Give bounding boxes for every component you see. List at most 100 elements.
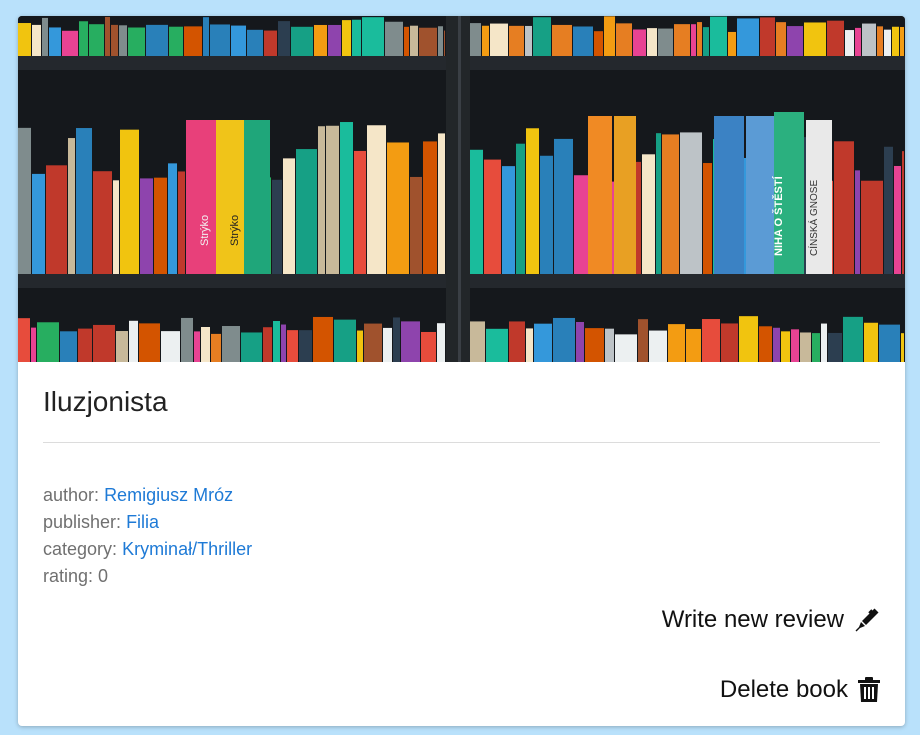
book-spine	[616, 23, 632, 56]
delete-book-button[interactable]: Delete book	[720, 676, 880, 704]
book-spine	[827, 20, 844, 56]
book-spine	[760, 17, 775, 56]
book-spine	[364, 323, 382, 362]
trash-icon	[858, 677, 880, 703]
book-spine	[470, 23, 481, 56]
book-spine	[340, 122, 353, 274]
divider	[43, 442, 880, 443]
book-spine	[93, 171, 112, 274]
book-spine	[502, 166, 515, 274]
author-link[interactable]: Remigiusz Mróz	[104, 485, 233, 505]
book-spine	[46, 165, 67, 274]
book-spine	[154, 177, 167, 274]
book-spine	[710, 16, 727, 57]
book-spine	[884, 29, 891, 56]
book-spine	[540, 155, 553, 274]
book-spine	[526, 328, 533, 362]
book-spine	[470, 149, 483, 274]
spine-text: CÍNSKÁ GNOSE	[807, 180, 820, 256]
book-spine	[31, 327, 36, 362]
book-spine	[357, 330, 363, 362]
book-spine	[404, 26, 409, 56]
book-card: Strýko Strýko NIHA O ŠTĚSTÍ CÍNSKÁ GNOSE…	[18, 16, 905, 726]
book-spine	[168, 163, 177, 274]
book-spine	[642, 154, 655, 274]
book-spine	[509, 321, 525, 362]
book-spine	[181, 317, 193, 362]
book-spine	[668, 324, 685, 362]
book-spine	[638, 319, 648, 362]
write-review-label: Write new review	[661, 606, 844, 633]
book-spine	[821, 323, 827, 362]
book-spine	[894, 165, 901, 274]
book-spine	[313, 316, 333, 362]
rating-row: rating: 0	[43, 563, 252, 590]
book-spine	[216, 120, 244, 274]
book-spine	[387, 142, 409, 274]
book-spine	[318, 126, 325, 274]
book-spine	[633, 29, 646, 56]
book-spine	[902, 151, 904, 274]
book-spine	[211, 333, 221, 362]
book-cover-image: Strýko Strýko NIHA O ŠTĚSTÍ CÍNSKÁ GNOSE	[18, 16, 905, 362]
category-label: category:	[43, 539, 118, 559]
write-review-button[interactable]: Write new review	[662, 606, 880, 634]
book-spine	[18, 318, 30, 362]
book-spine	[855, 170, 860, 274]
book-spine	[484, 159, 501, 274]
book-spine	[32, 24, 41, 56]
book-spine	[746, 116, 774, 274]
book-spine	[241, 332, 262, 362]
book-spine	[728, 31, 736, 56]
book-spine	[787, 26, 803, 56]
book-spine	[737, 18, 759, 56]
book-spine	[194, 331, 200, 362]
book-spine	[32, 173, 45, 274]
book-spine	[210, 24, 230, 56]
book-spine	[864, 322, 878, 362]
book-spine	[296, 149, 317, 274]
book-spine	[812, 333, 820, 362]
book-spine	[362, 17, 384, 56]
book-spine	[686, 328, 701, 362]
book-spine	[352, 19, 361, 56]
book-spine	[146, 24, 168, 56]
book-spine	[614, 116, 636, 274]
book-spine	[656, 133, 661, 274]
spine-text: Strýko	[199, 215, 211, 246]
book-spine	[588, 116, 612, 274]
rating-label: rating:	[43, 566, 94, 586]
book-spine	[231, 25, 246, 56]
book-spine	[781, 331, 790, 362]
book-spine	[721, 323, 738, 362]
book-spine	[79, 21, 88, 57]
book-spine	[89, 24, 104, 56]
book-spine	[203, 17, 209, 57]
book-spine	[438, 133, 445, 274]
book-spine	[437, 323, 445, 362]
book-spine	[804, 22, 826, 56]
book-spine	[791, 329, 799, 362]
book-spine	[573, 26, 593, 56]
book-spine	[287, 330, 298, 362]
book-spine	[247, 29, 263, 56]
book-spine	[410, 25, 418, 56]
book-spine	[354, 150, 366, 274]
category-row: category: Kryminał/Thriller	[43, 536, 252, 563]
book-spine	[553, 317, 575, 362]
publisher-label: publisher:	[43, 512, 122, 532]
book-spine	[326, 125, 339, 274]
book-spine	[554, 138, 573, 274]
book-spine	[393, 317, 400, 362]
book-spine	[516, 143, 525, 274]
book-spine	[828, 332, 842, 362]
category-link[interactable]: Kryminał/Thriller	[122, 539, 252, 559]
book-spine	[140, 178, 153, 274]
publisher-link[interactable]: Filia	[126, 512, 159, 532]
book-spine	[892, 26, 899, 56]
book-spine	[273, 320, 280, 362]
book-spine	[845, 30, 854, 56]
book-spine	[76, 128, 92, 274]
book-spine	[900, 27, 904, 56]
book-spine	[111, 24, 118, 56]
